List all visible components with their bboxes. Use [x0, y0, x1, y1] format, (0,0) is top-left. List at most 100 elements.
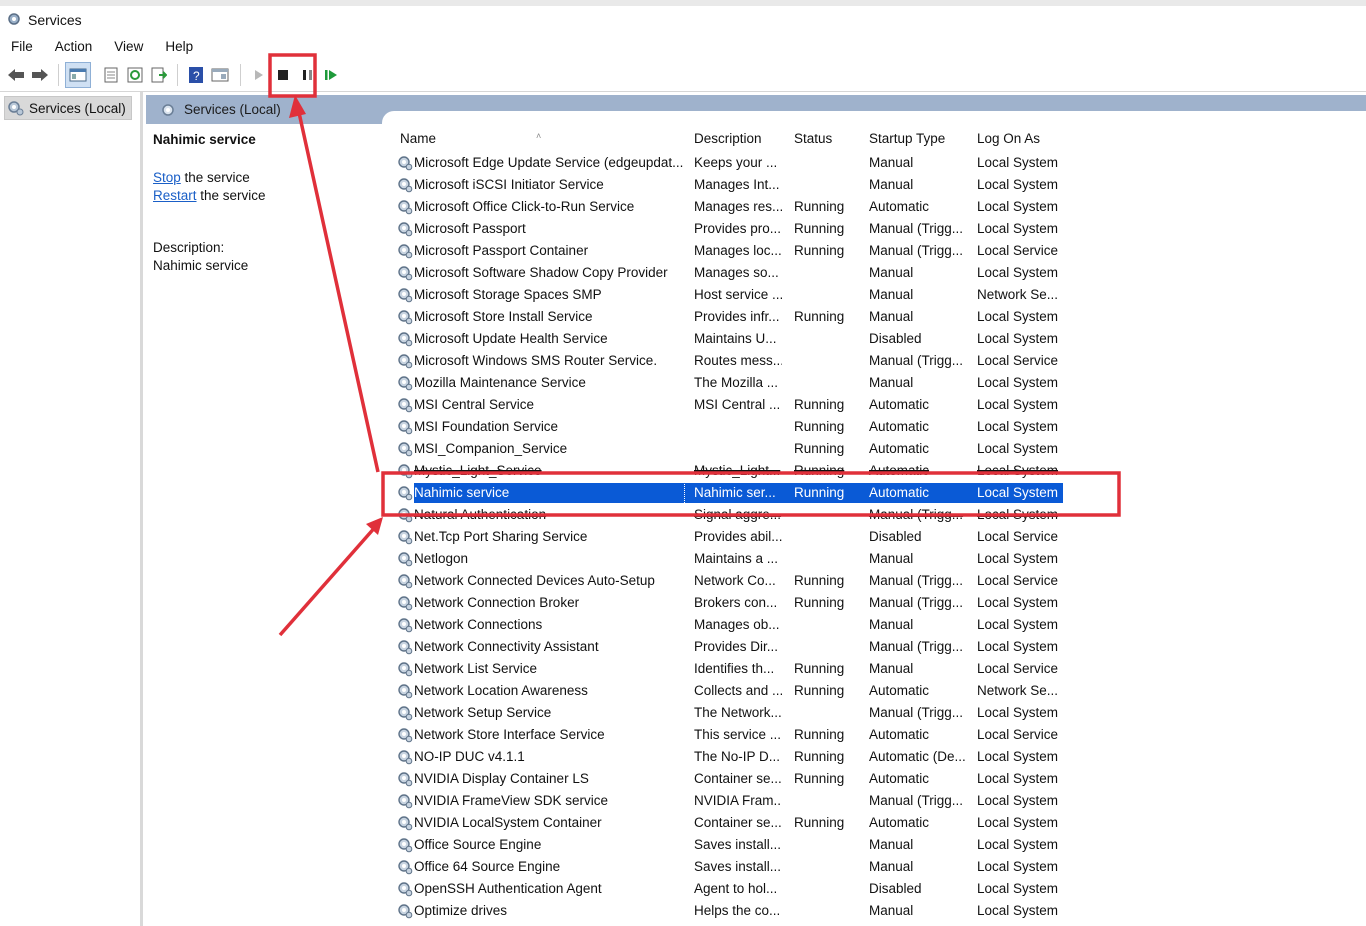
- service-gear-icon: [397, 573, 413, 589]
- restart-link[interactable]: Restart: [153, 188, 197, 203]
- table-row[interactable]: Netlogon Maintains a ... Manual Local Syste…: [394, 548, 1366, 570]
- column-header-startup-type[interactable]: Startup Type: [869, 131, 945, 146]
- table-row[interactable]: Network Connectivity Assistant Provides D…: [394, 636, 1366, 658]
- table-row[interactable]: Net.Tcp Port Sharing Service Provides abi…: [394, 526, 1366, 548]
- cell-name: MSI Central Service: [414, 397, 535, 412]
- table-row[interactable]: Network Setup Service The Network... Manua…: [394, 702, 1366, 724]
- cell-log-on-as: Local System: [977, 881, 1059, 896]
- table-row[interactable]: Microsoft Office Click-to-Run Service Man…: [394, 196, 1366, 218]
- cell-name: Network Connectivity Assistant: [414, 639, 599, 654]
- cell-startup-type: Manual: [869, 287, 914, 302]
- toolbar-separator: [58, 63, 59, 86]
- table-row[interactable]: Network Connections Manages ob... Manual Lo…: [394, 614, 1366, 636]
- cell-description: Maintains U...: [694, 331, 777, 346]
- console-icon[interactable]: [208, 63, 232, 87]
- table-row[interactable]: Microsoft Passport Container Manages loc.…: [394, 240, 1366, 262]
- menu-help[interactable]: Help: [154, 39, 204, 54]
- table-row[interactable]: Network Store Interface Service This serv…: [394, 724, 1366, 746]
- table-row[interactable]: Microsoft Software Shadow Copy Provider M…: [394, 262, 1366, 284]
- table-row[interactable]: MSI Central Service MSI Central ... Runnin…: [394, 394, 1366, 416]
- console-tree-icon[interactable]: [65, 61, 91, 88]
- cell-log-on-as: Local System: [977, 309, 1059, 324]
- table-row[interactable]: Mozilla Maintenance Service The Mozilla .…: [394, 372, 1366, 394]
- service-gear-icon: [397, 199, 413, 215]
- service-gear-icon: [397, 331, 413, 347]
- stop-service-line: Stop the service: [153, 169, 373, 187]
- table-row[interactable]: MSI_Companion_Service Running Automatic Loc…: [394, 438, 1366, 460]
- cell-status: Running: [794, 661, 845, 676]
- table-row[interactable]: Microsoft Update Health Service Maintains…: [394, 328, 1366, 350]
- column-header-description[interactable]: Description: [694, 131, 762, 146]
- cell-status: Running: [794, 463, 845, 478]
- stop-service-icon[interactable]: [271, 63, 295, 87]
- table-row[interactable]: MSI Foundation Service Running Automatic Lo…: [394, 416, 1366, 438]
- table-row[interactable]: Microsoft Edge Update Service (edgeupdat…: [394, 152, 1366, 174]
- table-row[interactable]: Mystic_Light_Service Mystic_Light... Runni…: [394, 460, 1366, 482]
- column-header-log-on-as[interactable]: Log On As: [977, 131, 1040, 146]
- table-row[interactable]: Network Location Awareness Collects and .…: [394, 680, 1366, 702]
- cell-description: The Mozilla ...: [694, 375, 779, 390]
- restart-suffix: the service: [196, 188, 266, 203]
- resume-service-icon[interactable]: [319, 63, 343, 87]
- cell-startup-type: Disabled: [869, 881, 922, 896]
- start-service-icon[interactable]: [247, 63, 271, 87]
- help-icon[interactable]: ?: [184, 63, 208, 87]
- cell-log-on-as: Local System: [977, 595, 1059, 610]
- table-row[interactable]: Office 64 Source Engine Saves install... M…: [394, 856, 1366, 878]
- table-row[interactable]: OpenSSH Authentication Agent Agent to hol…: [394, 878, 1366, 900]
- forward-arrow-icon[interactable]: [28, 63, 52, 87]
- cell-startup-type: Manual (Trigg...: [869, 793, 964, 808]
- back-arrow-icon[interactable]: [4, 63, 28, 87]
- cell-startup-type: Manual (Trigg...: [869, 595, 964, 610]
- title-bar: Services: [0, 0, 1366, 34]
- table-row[interactable]: Microsoft iSCSI Initiator Service Manages…: [394, 174, 1366, 196]
- cell-name: Network Connections: [414, 617, 543, 632]
- table-row[interactable]: NVIDIA Display Container LS Container se.…: [394, 768, 1366, 790]
- table-row[interactable]: Microsoft Passport Provides pro... Running…: [394, 218, 1366, 240]
- table-row[interactable]: Network Connected Devices Auto-Setup Netw…: [394, 570, 1366, 592]
- cell-name: Microsoft Office Click-to-Run Service: [414, 199, 635, 214]
- cell-description: Host service ...: [694, 287, 782, 302]
- table-row[interactable]: Office Source Engine Saves install... Manu…: [394, 834, 1366, 856]
- table-row[interactable]: Microsoft Storage Spaces SMP Host service…: [394, 284, 1366, 306]
- cell-status: Running: [794, 199, 845, 214]
- table-row[interactable]: Natural Authentication Signal aggre... Man…: [394, 504, 1366, 526]
- table-row[interactable]: Nahimic service Nahimic ser... Running Auto…: [394, 481, 1366, 505]
- service-gear-icon: [397, 265, 413, 281]
- cell-name: Network Connected Devices Auto-Setup: [414, 573, 655, 588]
- cell-log-on-as: Local System: [977, 859, 1059, 874]
- cell-name: Microsoft Update Health Service: [414, 331, 608, 346]
- cell-description: Provides abil...: [694, 529, 782, 544]
- table-row[interactable]: NO-IP DUC v4.1.1 The No-IP D... Running Aut…: [394, 746, 1366, 768]
- menu-action[interactable]: Action: [44, 39, 104, 54]
- menu-view[interactable]: View: [103, 39, 154, 54]
- cell-startup-type: Automatic: [869, 771, 930, 786]
- table-row[interactable]: Optimize drives Helps the co... Manual Loca…: [394, 900, 1366, 922]
- table-row[interactable]: Network List Service Identifies th... Runn…: [394, 658, 1366, 680]
- table-row[interactable]: Microsoft Windows SMS Router Service. Rou…: [394, 350, 1366, 372]
- service-gear-icon: [397, 727, 413, 743]
- cell-startup-type: Manual: [869, 309, 914, 324]
- cell-description: Manages Int...: [694, 177, 780, 192]
- cell-name: Microsoft Software Shadow Copy Provider: [414, 265, 668, 280]
- menu-file[interactable]: File: [0, 39, 44, 54]
- service-gear-icon: [397, 815, 413, 831]
- cell-startup-type: Automatic: [869, 727, 930, 742]
- table-row[interactable]: NVIDIA LocalSystem Container Container se…: [394, 812, 1366, 834]
- table-row[interactable]: Microsoft Store Install Service Provides …: [394, 306, 1366, 328]
- cell-log-on-as: Local Service: [977, 243, 1059, 258]
- column-header-name[interactable]: Name: [400, 131, 436, 146]
- cell-description: Provides pro...: [694, 221, 782, 236]
- tree-item-services-local[interactable]: Services (Local): [4, 96, 132, 120]
- stop-link[interactable]: Stop: [153, 170, 181, 185]
- service-gear-icon: [397, 683, 413, 699]
- table-row[interactable]: Network Connection Broker Brokers con... R…: [394, 592, 1366, 614]
- table-row[interactable]: NVIDIA FrameView SDK service NVIDIA Fram.…: [394, 790, 1366, 812]
- pause-service-icon[interactable]: [295, 63, 319, 87]
- column-header-status[interactable]: Status: [794, 131, 832, 146]
- refresh-icon[interactable]: [123, 63, 147, 87]
- export-icon[interactable]: [147, 63, 171, 87]
- service-gear-icon: [397, 837, 413, 853]
- description-text: Nahimic service: [153, 258, 249, 273]
- properties-icon[interactable]: [99, 63, 123, 87]
